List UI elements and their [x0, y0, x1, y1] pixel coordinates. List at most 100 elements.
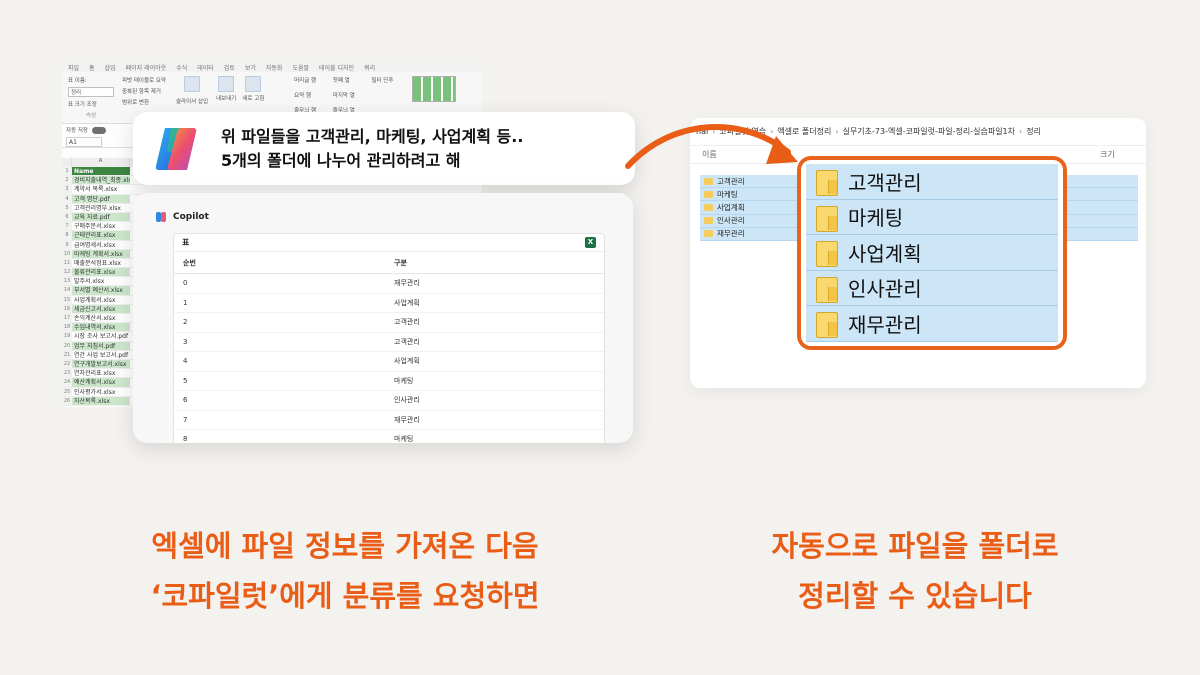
file-name-cell[interactable]: 급여명세서.xlsx: [72, 241, 130, 249]
convert-range-button[interactable]: 범위로 변환: [122, 98, 168, 106]
caption-right-line-1: 자동으로 파일을 폴더로: [771, 529, 1059, 563]
file-name-cell[interactable]: 교육 자료.pdf: [72, 212, 130, 222]
folder-name: 인사관리: [717, 216, 745, 226]
resize-table-button[interactable]: 표 크기 조정: [68, 100, 114, 108]
menu-automate[interactable]: 자동화: [266, 63, 283, 72]
category-cell: 고객관리: [394, 337, 420, 346]
file-name-cell[interactable]: 사업계획서.xlsx: [72, 296, 130, 304]
col-category-header: 구분: [394, 258, 407, 267]
zoomed-folder-name: 사업계획: [848, 241, 922, 266]
folder-icon: [704, 230, 713, 238]
opt-filter-button[interactable]: 필터 단추: [371, 76, 404, 89]
menu-help[interactable]: 도움말: [292, 63, 309, 72]
ribbon-group-properties: 표 이름: 정리 표 크기 조정 속성: [68, 76, 114, 119]
index-cell: 2: [183, 318, 188, 327]
refresh-button[interactable]: 새로 고침: [242, 94, 264, 102]
col-index-header: 순번: [183, 258, 196, 267]
column-header[interactable]: A: [72, 158, 130, 167]
zoomed-folder-name: 재무관리: [848, 312, 922, 337]
folder-name: 재무관리: [717, 229, 745, 239]
file-name-cell[interactable]: 고객 명단.pdf: [72, 194, 130, 203]
excel-export-icon[interactable]: X: [585, 237, 596, 248]
file-name-cell[interactable]: 연차관리표.xlsx: [72, 369, 130, 377]
remove-duplicates-button[interactable]: 중복된 항목 제거: [122, 87, 168, 95]
menu-table-design[interactable]: 테이블 디자인: [319, 63, 354, 72]
copilot-logo-icon: [155, 127, 197, 170]
category-cell: 재무관리: [394, 415, 420, 424]
file-name-cell[interactable]: 마케팅 계획서.xlsx: [72, 249, 130, 258]
category-cell: 마케팅: [394, 435, 414, 443]
index-cell: 3: [183, 337, 188, 346]
file-name-cell[interactable]: 매출분석정표.xlsx: [72, 259, 130, 267]
menu-review[interactable]: 검토: [224, 63, 235, 72]
path-segment[interactable]: 정리: [1026, 126, 1041, 137]
file-name-cell[interactable]: 경비지출내역_최종.xlsx: [72, 176, 130, 185]
opt-first-column[interactable]: 첫째 열: [333, 76, 366, 89]
folder-name: 사업계획: [717, 202, 745, 212]
opt-last-column[interactable]: 마지막 열: [333, 91, 366, 104]
file-name-cell[interactable]: 계약서 목록.xlsx: [72, 185, 130, 193]
copilot-response-panel: Copilot 표 X 순번 구분 0 재무관리 1 사업계획 2 고객관리 3 고객관리 4 사…: [133, 193, 633, 443]
opt-total-row[interactable]: 요약 행: [294, 91, 327, 104]
menu-home[interactable]: 홈: [89, 63, 95, 72]
zoomed-folder-item[interactable]: 고객관리: [806, 164, 1058, 200]
zoomed-folder-item[interactable]: 인사관리: [806, 270, 1058, 306]
index-cell: 7: [183, 415, 188, 424]
menu-data[interactable]: 데이터: [197, 63, 214, 72]
col-size-header[interactable]: 크기: [1100, 149, 1115, 160]
menu-layout[interactable]: 페이지 레이아웃: [126, 63, 167, 72]
copilot-name: Copilot: [173, 212, 209, 222]
copilot-header: Copilot: [155, 211, 209, 223]
opt-header-row[interactable]: 머리글 행: [294, 76, 327, 89]
autosave-toggle[interactable]: [92, 126, 106, 134]
file-name-cell[interactable]: 연간 사업 보고서.pdf: [72, 351, 130, 359]
file-name-cell[interactable]: 예산계획서.xlsx: [72, 378, 130, 387]
table-row: 8 마케팅: [174, 430, 604, 443]
export-button[interactable]: 내보내기: [216, 94, 236, 102]
file-name-cell[interactable]: 근태관리표.xlsx: [72, 231, 130, 240]
folder-zoom-callout: 고객관리마케팅사업계획인사관리재무관리: [797, 156, 1067, 350]
folder-icon: [816, 239, 838, 268]
file-name-cell[interactable]: 손익계산서.xlsx: [72, 314, 130, 322]
table-row: 4 사업계획: [174, 352, 604, 372]
pivot-summary-button[interactable]: 피벗 테이블로 요약: [122, 76, 168, 84]
file-name-cell[interactable]: 자산목록.xlsx: [72, 396, 130, 405]
file-name-cell[interactable]: 구매주문서.xlsx: [72, 222, 130, 230]
file-name-cell[interactable]: 시장 조사 보고서.pdf: [72, 332, 130, 340]
file-name-cell[interactable]: 인사평가서.xlsx: [72, 388, 130, 396]
table-row: 2 고객관리: [174, 313, 604, 333]
excel-menubar: 파일 홈 삽입 페이지 레이아웃 수식 데이터 검토 보기 자동화 도움말 테이…: [62, 62, 482, 72]
zoomed-folder-item[interactable]: 재무관리: [806, 306, 1058, 342]
export-icon: [218, 76, 235, 92]
menu-query[interactable]: 쿼리: [364, 63, 375, 72]
table-name-field[interactable]: 정리: [68, 87, 114, 97]
menu-formulas[interactable]: 수식: [176, 63, 187, 72]
file-name-cell[interactable]: 업무 지침서.pdf: [72, 341, 130, 350]
result-table-title: 표: [182, 238, 190, 247]
index-cell: 8: [183, 435, 188, 443]
insert-slicer-button[interactable]: 슬라이서 삽입: [176, 97, 208, 105]
table-style-gallery[interactable]: [412, 76, 457, 102]
table-row: 5 마케팅: [174, 372, 604, 391]
result-table-header: 순번 구분: [174, 252, 604, 274]
file-name-cell[interactable]: 고객관리명부.xlsx: [72, 204, 130, 212]
file-name-cell[interactable]: 세금신고서.xlsx: [72, 304, 130, 313]
header-cell-name[interactable]: Name: [72, 167, 130, 176]
file-name-cell[interactable]: 연구개발보고서.xlsx: [72, 359, 130, 369]
file-name-cell[interactable]: 물류관리표.xlsx: [72, 268, 130, 277]
file-name-cell[interactable]: 수입내역서.xlsx: [72, 323, 130, 332]
menu-insert[interactable]: 삽입: [105, 63, 116, 72]
table-row: 1 사업계획: [174, 294, 604, 313]
zoomed-folder-item[interactable]: 사업계획: [806, 235, 1058, 271]
table-row: 7 재무관리: [174, 411, 604, 430]
file-name-cell[interactable]: 발주서.xlsx: [72, 277, 130, 285]
zoomed-folder-item[interactable]: 마케팅: [806, 199, 1058, 235]
menu-view[interactable]: 보기: [245, 63, 256, 72]
name-box[interactable]: A1: [66, 136, 102, 147]
folder-icon: [704, 217, 713, 225]
caption-left-line-2: ‘코파일럿’에게 분류를 요청하면: [150, 579, 540, 613]
file-name-cell[interactable]: 부서별 예산서.xlsx: [72, 286, 130, 295]
zoomed-folder-name: 마케팅: [848, 206, 904, 231]
path-segment[interactable]: 실무기초-73-엑셀-코파일럿-파일-정리-실습파일1차: [843, 126, 1015, 137]
menu-file[interactable]: 파일: [68, 63, 79, 72]
